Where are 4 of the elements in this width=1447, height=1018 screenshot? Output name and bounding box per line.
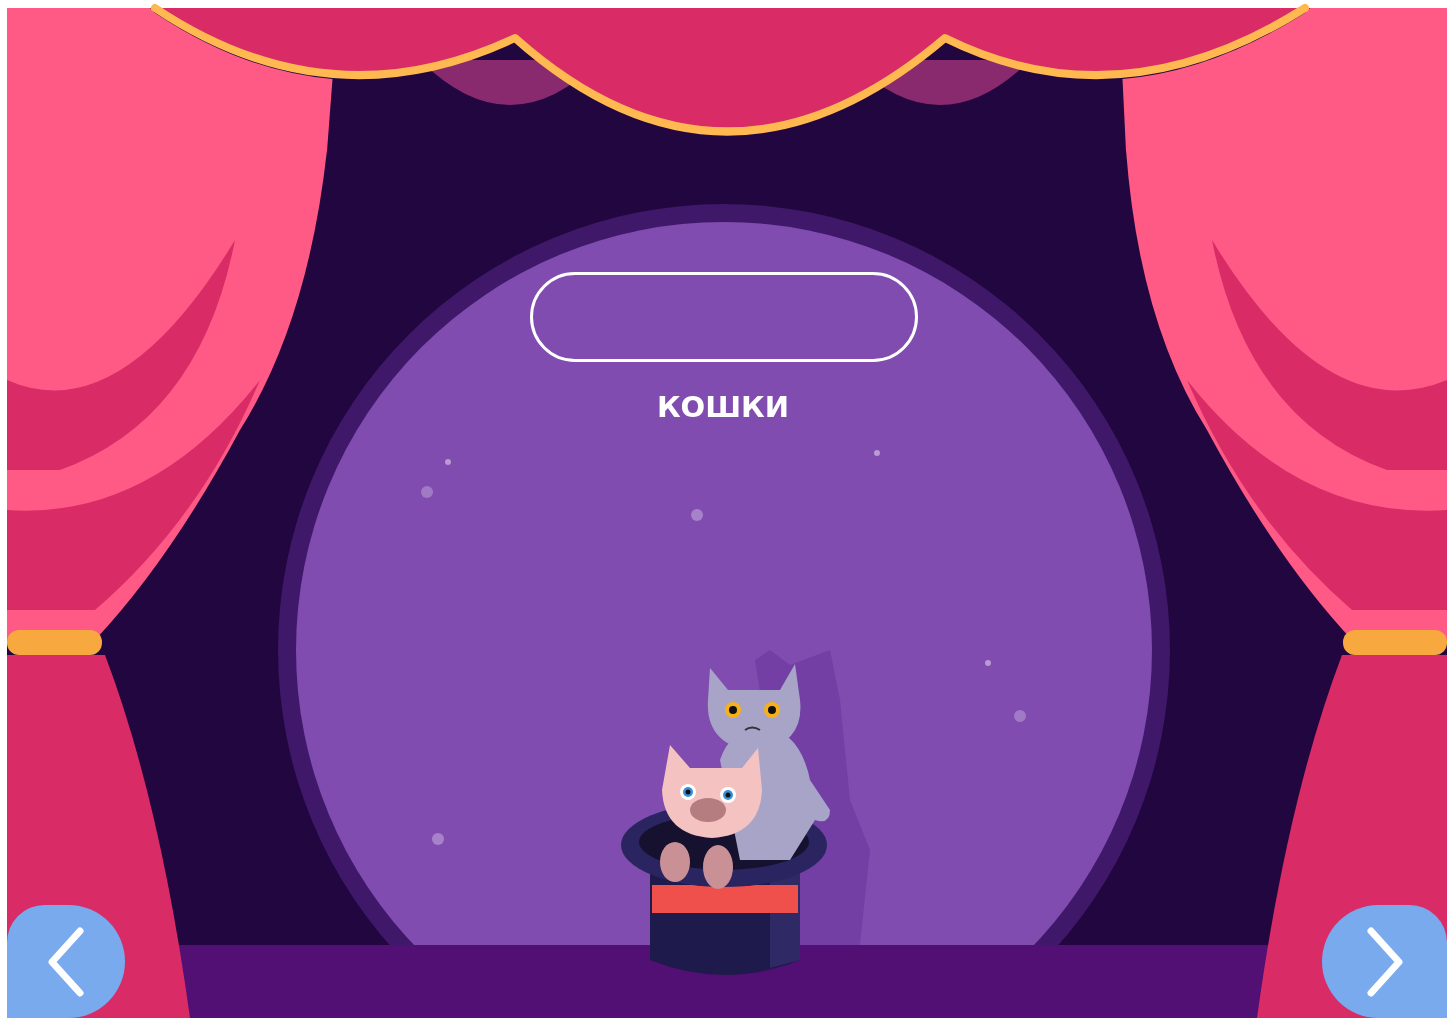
chevron-right-icon — [1364, 926, 1405, 997]
answer-box[interactable] — [530, 272, 918, 362]
chevron-left-icon — [46, 926, 86, 997]
caption: КОШКИ — [656, 389, 790, 426]
